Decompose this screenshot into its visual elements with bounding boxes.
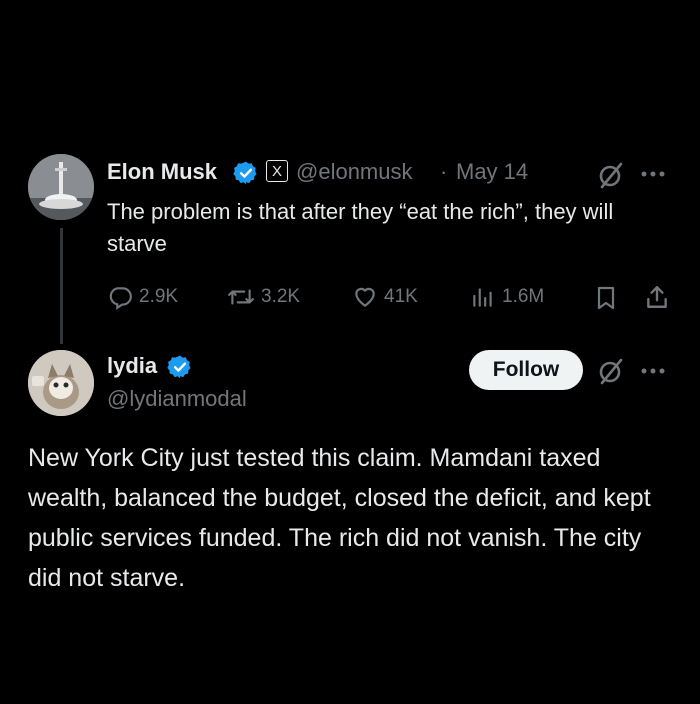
reply-button[interactable]: 2.9K xyxy=(107,284,178,310)
x-affiliate-badge: X xyxy=(266,160,288,182)
author-handle[interactable]: @lydianmodal xyxy=(107,386,247,412)
x-logo-icon: X xyxy=(271,162,282,180)
repost-button[interactable]: 3.2K xyxy=(227,284,300,310)
more-options-icon[interactable] xyxy=(640,170,666,178)
author-name[interactable]: Elon Musk xyxy=(107,159,217,185)
lydia-avatar[interactable] xyxy=(28,350,94,416)
bookmark-icon[interactable] xyxy=(594,285,618,311)
share-icon[interactable] xyxy=(644,284,670,310)
view-count: 1.6M xyxy=(502,286,545,307)
grok-icon[interactable] xyxy=(596,356,626,386)
grok-icon[interactable] xyxy=(596,160,626,190)
follow-button[interactable]: Follow xyxy=(469,350,583,390)
author-name[interactable]: lydia xyxy=(107,353,157,379)
post-text: The problem is that after they “eat the … xyxy=(107,199,614,256)
heart-icon xyxy=(355,287,375,307)
reply-icon xyxy=(109,287,132,310)
like-button[interactable]: 41K xyxy=(352,284,418,310)
author-handle[interactable]: @elonmusk xyxy=(296,159,413,185)
post-date[interactable]: May 14 xyxy=(456,159,528,185)
repost-icon xyxy=(228,289,254,305)
repost-count: 3.2K xyxy=(261,286,301,307)
reply-count: 2.9K xyxy=(139,286,179,307)
dot-separator: · xyxy=(440,159,448,184)
more-options-icon[interactable] xyxy=(640,367,666,375)
post-text: New York City just tested this claim. Ma… xyxy=(28,444,651,592)
verified-badge-icon xyxy=(167,354,193,380)
elon-avatar[interactable] xyxy=(28,154,94,220)
views-button[interactable]: 1.6M xyxy=(470,284,544,310)
analytics-icon xyxy=(473,288,492,307)
thread-connector xyxy=(60,228,63,344)
like-count: 41K xyxy=(384,286,418,307)
verified-badge-icon xyxy=(233,160,259,186)
